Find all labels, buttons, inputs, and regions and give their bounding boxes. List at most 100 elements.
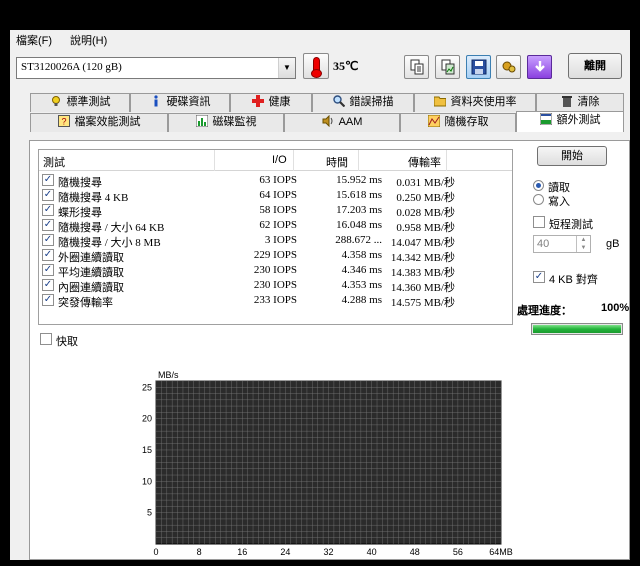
row-checkbox[interactable]: ✓ (42, 189, 54, 201)
write-label: 寫入 (548, 196, 570, 208)
tab-aam[interactable]: AAM (284, 113, 400, 132)
copy-image-icon (441, 59, 454, 75)
short-test-size-value: 40 (537, 238, 550, 250)
header-rate: 傳輸率 (408, 157, 441, 169)
tab-info[interactable]: 硬碟資訊 (130, 93, 230, 112)
copy-text-button[interactable] (404, 55, 429, 79)
y-tick-label: 20 (142, 414, 152, 424)
row-time: 4.353 ms (341, 279, 382, 291)
folder-icon (433, 95, 446, 107)
short-test-size-input[interactable]: 40 ▲ ▼ (533, 235, 591, 253)
trash-icon (561, 95, 573, 107)
tab-disk-monitor[interactable]: 磁碟監視 (168, 113, 284, 132)
row-time: 15.618 ms (336, 189, 382, 201)
table-row[interactable]: ✓ 內圈連續讀取 230 IOPS 4.353 ms 14.360 MB/秒 (39, 278, 512, 294)
table-row[interactable]: ✓ 平均連續讀取 230 IOPS 4.346 ms 14.383 MB/秒 (39, 263, 512, 279)
row-io: 230 IOPS (253, 264, 297, 276)
controls-panel: 開始 讀取 寫入 短程測試 40 ▲ ▼ gB ✓ 4 KB 對齊 處理進度： … (517, 141, 630, 371)
y-tick-label: 10 (142, 476, 152, 486)
tab-benchmark[interactable]: 標準測試 (30, 93, 130, 112)
header-time: 時間 (326, 157, 348, 169)
tab-folder-usage[interactable]: 資料夾使用率 (414, 93, 536, 112)
tab-label: AAM (338, 116, 363, 128)
table-row[interactable]: ✓ 隨機搜尋 63 IOPS 15.952 ms 0.031 MB/秒 (39, 173, 512, 189)
tab-label: 硬碟資訊 (166, 96, 211, 108)
row-checkbox[interactable]: ✓ (42, 249, 54, 261)
radio-dot[interactable] (533, 194, 544, 205)
table-row[interactable]: ✓ 隨機搜尋 / 大小 64 KB 62 IOPS 16.048 ms 0.958 MB… (39, 218, 512, 234)
checkbox-box[interactable] (533, 216, 545, 228)
progress-label: 處理進度： (517, 305, 572, 317)
chevron-down-icon[interactable]: ▼ (278, 58, 295, 78)
tab-extra-tests[interactable]: 額外測試 (516, 111, 624, 132)
tab-health[interactable]: 健康 (230, 93, 312, 112)
tab-file-benchmark[interactable]: ? 檔案效能測試 (30, 113, 168, 132)
save-icon (471, 59, 486, 75)
row-checkbox[interactable]: ✓ (42, 294, 54, 306)
table-row[interactable]: ✓ 蝶形搜尋 58 IOPS 17.203 ms 0.028 MB/秒 (39, 203, 512, 219)
menu-help[interactable]: 說明(H) (70, 32, 107, 48)
short-test-unit: gB (606, 238, 620, 250)
options-icon (502, 61, 515, 73)
speaker-icon (322, 114, 334, 128)
tab-row-top: 標準測試 硬碟資訊 健康 錯誤掃描 資料夾使用率 清除 (30, 93, 624, 112)
drive-select[interactable]: ST3120026A (120 gB) ▼ (16, 57, 296, 79)
row-time: 15.952 ms (336, 174, 382, 186)
table-header: 測試 I/O 時間 傳輸率 (39, 150, 512, 171)
table-row[interactable]: ✓ 隨機搜尋 / 大小 8 MB 3 IOPS 288.672 ... 14.047 M… (39, 233, 512, 249)
disk-monitor-icon (195, 114, 208, 128)
table-row[interactable]: ✓ 隨機搜尋 4 KB 64 IOPS 15.618 ms 0.250 MB/秒 (39, 188, 512, 204)
tab-label: 健康 (268, 96, 291, 108)
transfer-chart: 5 10 15 20 25 0 8 16 24 32 40 48 56 64MB MB/s (108, 351, 548, 561)
tab-label: 標準測試 (66, 96, 111, 108)
row-checkbox[interactable]: ✓ (42, 204, 54, 216)
row-checkbox[interactable]: ✓ (42, 264, 54, 276)
radio-dot[interactable] (533, 180, 544, 191)
row-io: 63 IOPS (259, 174, 297, 186)
options-button[interactable] (496, 55, 521, 79)
menu-file[interactable]: 檔案(F) (16, 32, 52, 48)
extra-tests-panel: 測試 I/O 時間 傳輸率 ✓ 隨機搜尋 63 IOPS 15.952 ms 0.031… (29, 140, 630, 560)
row-checkbox[interactable]: ✓ (42, 279, 54, 291)
row-checkbox[interactable]: ✓ (42, 174, 54, 186)
row-time: 4.346 ms (341, 264, 382, 276)
table-row[interactable]: ✓ 外圈連續讀取 229 IOPS 4.358 ms 14.342 MB/秒 (39, 248, 512, 264)
row-checkbox[interactable]: ✓ (42, 234, 54, 246)
random-access-icon (427, 114, 440, 128)
short-test-label: 短程測試 (549, 219, 593, 231)
save-button[interactable] (466, 55, 491, 79)
tab-random-access[interactable]: 隨機存取 (400, 113, 516, 132)
tab-label: 隨機存取 (444, 116, 489, 128)
x-tick-label: 0 (153, 547, 158, 557)
spinner-arrows-icon[interactable]: ▲ ▼ (576, 236, 590, 252)
y-tick-label: 25 (142, 382, 152, 392)
table-row[interactable]: ✓ 突發傳輸率 233 IOPS 4.288 ms 14.575 MB/秒 (39, 293, 512, 309)
row-io: 62 IOPS (259, 219, 297, 231)
row-time: 16.048 ms (336, 219, 382, 231)
checkbox-box[interactable]: ✓ (533, 271, 545, 283)
download-button[interactable] (527, 55, 552, 79)
file-benchmark-icon: ? (57, 115, 70, 127)
tab-erase[interactable]: 清除 (536, 93, 624, 112)
row-time: 288.672 ... (335, 234, 382, 246)
info-icon (150, 95, 162, 107)
row-io: 64 IOPS (259, 189, 297, 201)
x-tick-label: 32 (323, 547, 333, 557)
progress-bar (531, 323, 623, 335)
chart-svg: 5 10 15 20 25 0 8 16 24 32 40 48 56 64MB MB/s (142, 370, 513, 557)
tab-error-scan[interactable]: 錯誤掃描 (312, 93, 414, 112)
checkbox-box[interactable] (40, 333, 52, 345)
start-button[interactable]: 開始 (537, 146, 607, 166)
x-tick-label: 16 (237, 547, 247, 557)
tab-label: 資料夾使用率 (450, 96, 517, 108)
copy-image-button[interactable] (435, 55, 460, 79)
copy-text-icon (410, 59, 423, 75)
row-checkbox[interactable]: ✓ (42, 219, 54, 231)
header-io: I/O (272, 154, 287, 166)
x-tick-label: 40 (367, 547, 377, 557)
thermometer-icon (303, 53, 329, 79)
download-icon (534, 61, 545, 72)
x-tick-label: 64MB (489, 547, 513, 557)
exit-button[interactable]: 離開 (568, 53, 622, 79)
y-axis-label: MB/s (158, 370, 179, 380)
